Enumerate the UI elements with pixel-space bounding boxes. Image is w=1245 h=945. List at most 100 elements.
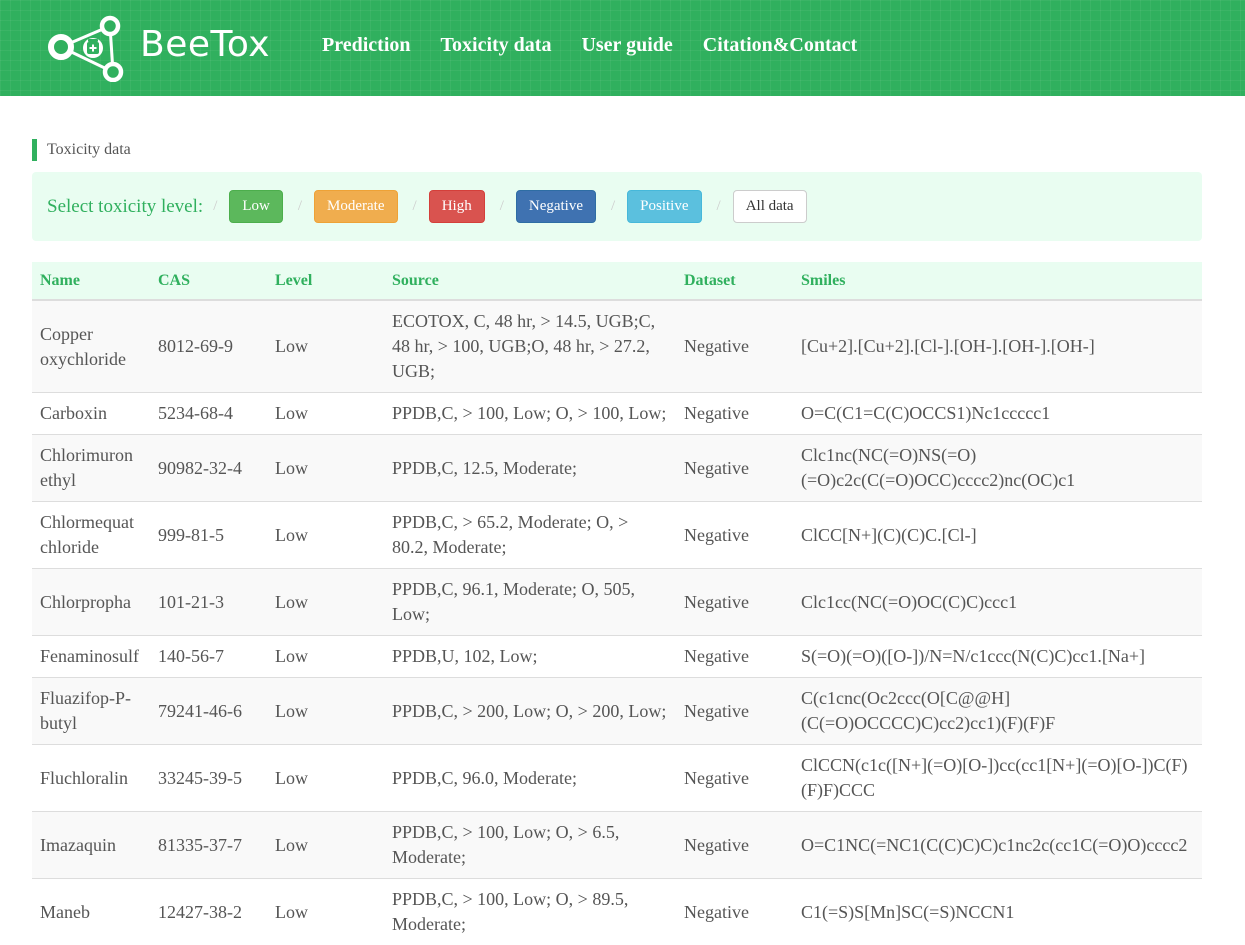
separator: /: [611, 198, 615, 215]
nav-user-guide[interactable]: User guide: [581, 34, 672, 57]
cell-smiles: C(c1cnc(Oc2ccc(O[C@@H](C(=O)OCCCC)C)cc2)…: [793, 678, 1202, 745]
cell-source: PPDB,C, > 200, Low; O, > 200, Low;: [384, 678, 676, 745]
network-medicine-icon[interactable]: [45, 12, 125, 82]
top-navbar: BeeTox Prediction Toxicity data User gui…: [0, 0, 1245, 96]
separator: /: [213, 198, 217, 215]
cell-source: PPDB,C, > 65.2, Moderate; O, > 80.2, Mod…: [384, 502, 676, 569]
nav-toxicity-data[interactable]: Toxicity data: [441, 34, 552, 57]
cell-name: Carboxin: [32, 393, 150, 435]
toxicity-filter-bar: Select toxicity level: / Low / Moderate …: [32, 172, 1202, 241]
cell-smiles: C1(=S)S[Mn]SC(=S)NCCN1: [793, 879, 1202, 945]
cell-source: PPDB,C, 12.5, Moderate;: [384, 435, 676, 502]
cell-level: Low: [267, 678, 384, 745]
cell-dataset: Negative: [676, 393, 793, 435]
cell-cas: 101-21-3: [150, 569, 267, 636]
column-header-level: Level: [267, 262, 384, 300]
cell-smiles: [Cu+2].[Cu+2].[Cl-].[OH-].[OH-].[OH-]: [793, 300, 1202, 393]
cell-level: Low: [267, 812, 384, 879]
cell-dataset: Negative: [676, 879, 793, 945]
table-row: Fluchloralin 33245-39-5 Low PPDB,C, 96.0…: [32, 745, 1202, 812]
cell-source: PPDB,C, > 100, Low; O, > 100, Low;: [384, 393, 676, 435]
cell-cas: 8012-69-9: [150, 300, 267, 393]
filter-label: Select toxicity level:: [47, 196, 203, 218]
cell-cas: 140-56-7: [150, 636, 267, 678]
cell-source: ECOTOX, C, 48 hr, > 14.5, UGB;C, 48 hr, …: [384, 300, 676, 393]
cell-dataset: Negative: [676, 435, 793, 502]
toxicity-table: Name CAS Level Source Dataset Smiles Cop…: [32, 262, 1202, 945]
cell-cas: 81335-37-7: [150, 812, 267, 879]
cell-dataset: Negative: [676, 569, 793, 636]
cell-smiles: ClCC[N+](C)(C)C.[Cl-]: [793, 502, 1202, 569]
main-nav: Prediction Toxicity data User guide Cita…: [322, 34, 857, 57]
cell-level: Low: [267, 636, 384, 678]
cell-smiles: ClCCN(c1c([N+](=O)[O-])cc(cc1[N+](=O)[O-…: [793, 745, 1202, 812]
cell-level: Low: [267, 745, 384, 812]
table-row: Maneb 12427-38-2 Low PPDB,C, > 100, Low;…: [32, 879, 1202, 945]
filter-positive-button[interactable]: Positive: [627, 190, 701, 223]
nav-prediction[interactable]: Prediction: [322, 34, 411, 57]
cell-level: Low: [267, 435, 384, 502]
cell-smiles: O=C(C1=C(C)OCCS1)Nc1ccccc1: [793, 393, 1202, 435]
column-header-source: Source: [384, 262, 676, 300]
table-header-row: Name CAS Level Source Dataset Smiles: [32, 262, 1202, 300]
filter-negative-button[interactable]: Negative: [516, 190, 596, 223]
table-row: Carboxin 5234-68-4 Low PPDB,C, > 100, Lo…: [32, 393, 1202, 435]
column-header-smiles: Smiles: [793, 262, 1202, 300]
cell-smiles: O=C1NC(=NC1(C(C)C)C)c1nc2c(cc1C(=O)O)ccc…: [793, 812, 1202, 879]
filter-low-button[interactable]: Low: [229, 190, 283, 223]
table-row: Chlorpropha 101-21-3 Low PPDB,C, 96.1, M…: [32, 569, 1202, 636]
cell-dataset: Negative: [676, 636, 793, 678]
cell-level: Low: [267, 393, 384, 435]
cell-dataset: Negative: [676, 502, 793, 569]
cell-cas: 33245-39-5: [150, 745, 267, 812]
cell-level: Low: [267, 879, 384, 945]
filter-high-button[interactable]: High: [429, 190, 485, 223]
cell-dataset: Negative: [676, 745, 793, 812]
cell-name: Fenaminosulf: [32, 636, 150, 678]
cell-level: Low: [267, 569, 384, 636]
cell-source: PPDB,U, 102, Low;: [384, 636, 676, 678]
cell-dataset: Negative: [676, 300, 793, 393]
separator: /: [298, 198, 302, 215]
cell-name: Chlorpropha: [32, 569, 150, 636]
table-row: Copper oxychloride 8012-69-9 Low ECOTOX,…: [32, 300, 1202, 393]
separator: /: [717, 198, 721, 215]
cell-level: Low: [267, 502, 384, 569]
filter-all-data-button[interactable]: All data: [733, 190, 807, 223]
cell-cas: 79241-46-6: [150, 678, 267, 745]
cell-name: Imazaquin: [32, 812, 150, 879]
column-header-name: Name: [32, 262, 150, 300]
table-row: Fenaminosulf 140-56-7 Low PPDB,U, 102, L…: [32, 636, 1202, 678]
brand-name[interactable]: BeeTox: [140, 24, 270, 65]
separator: /: [413, 198, 417, 215]
cell-source: PPDB,C, > 100, Low; O, > 6.5, Moderate;: [384, 812, 676, 879]
cell-level: Low: [267, 300, 384, 393]
cell-source: PPDB,C, > 100, Low; O, > 89.5, Moderate;: [384, 879, 676, 945]
cell-dataset: Negative: [676, 678, 793, 745]
cell-source: PPDB,C, 96.0, Moderate;: [384, 745, 676, 812]
cell-name: Chlormequat chloride: [32, 502, 150, 569]
cell-name: Copper oxychloride: [32, 300, 150, 393]
cell-smiles: Clc1cc(NC(=O)OC(C)C)ccc1: [793, 569, 1202, 636]
cell-dataset: Negative: [676, 812, 793, 879]
cell-name: Maneb: [32, 879, 150, 945]
cell-cas: 5234-68-4: [150, 393, 267, 435]
table-row: Chlormequat chloride 999-81-5 Low PPDB,C…: [32, 502, 1202, 569]
cell-name: Chlorimuron ethyl: [32, 435, 150, 502]
table-row: Fluazifop-P-butyl 79241-46-6 Low PPDB,C,…: [32, 678, 1202, 745]
cell-name: Fluazifop-P-butyl: [32, 678, 150, 745]
table-row: Chlorimuron ethyl 90982-32-4 Low PPDB,C,…: [32, 435, 1202, 502]
nav-citation-contact[interactable]: Citation&Contact: [703, 34, 857, 57]
filter-moderate-button[interactable]: Moderate: [314, 190, 397, 223]
table-row: Imazaquin 81335-37-7 Low PPDB,C, > 100, …: [32, 812, 1202, 879]
cell-smiles: S(=O)(=O)([O-])/N=N/c1ccc(N(C)C)cc1.[Na+…: [793, 636, 1202, 678]
column-header-dataset: Dataset: [676, 262, 793, 300]
section-title: Toxicity data: [32, 139, 131, 161]
cell-name: Fluchloralin: [32, 745, 150, 812]
column-header-cas: CAS: [150, 262, 267, 300]
cell-cas: 999-81-5: [150, 502, 267, 569]
cell-cas: 90982-32-4: [150, 435, 267, 502]
cell-source: PPDB,C, 96.1, Moderate; O, 505, Low;: [384, 569, 676, 636]
cell-cas: 12427-38-2: [150, 879, 267, 945]
cell-smiles: Clc1nc(NC(=O)NS(=O)(=O)c2c(C(=O)OCC)cccc…: [793, 435, 1202, 502]
